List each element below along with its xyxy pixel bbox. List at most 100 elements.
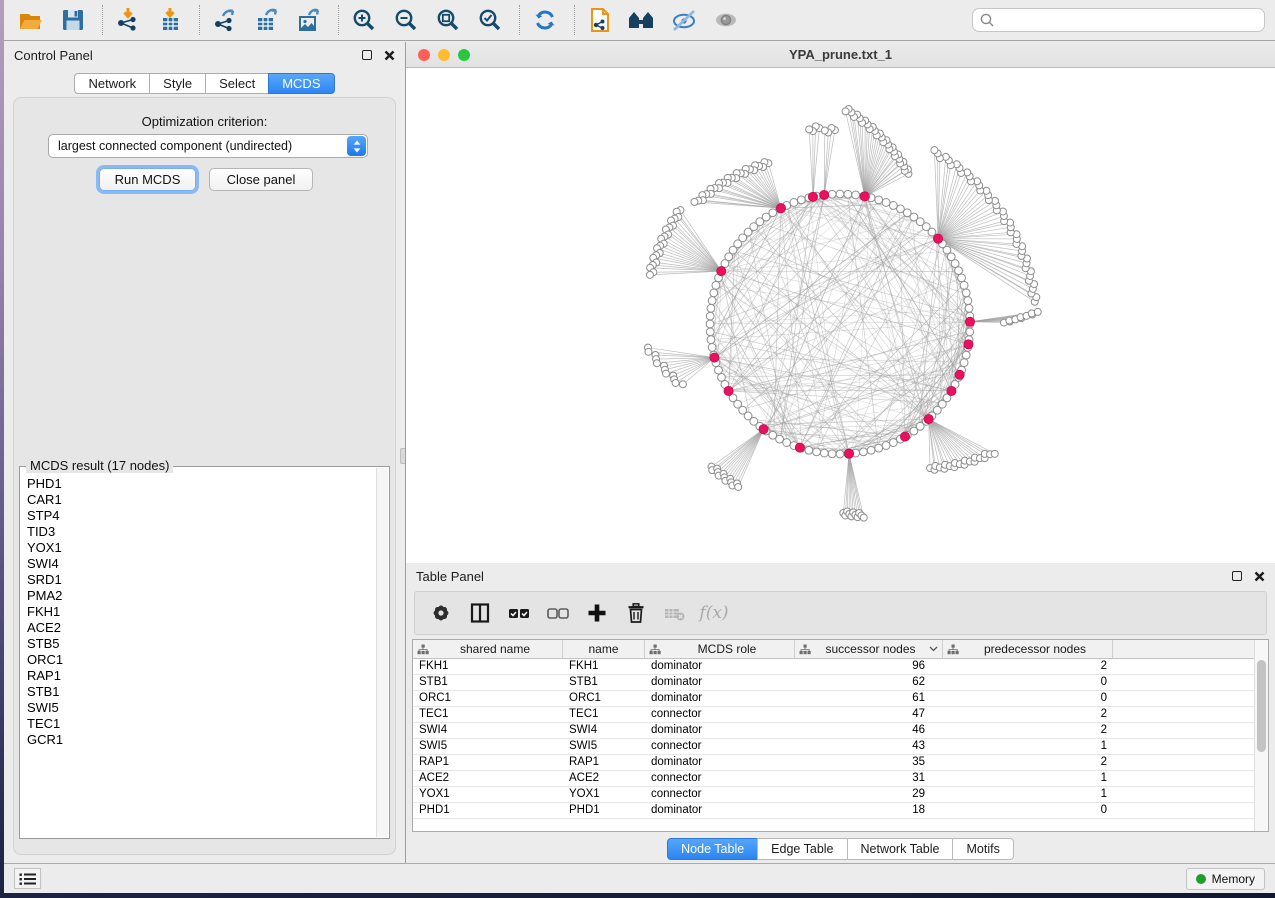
refresh-layout-button[interactable] — [530, 5, 560, 35]
add-column-button[interactable] — [583, 599, 611, 627]
mcds-result-item[interactable]: ORC1 — [27, 652, 376, 668]
table-cell: 2 — [943, 659, 1113, 674]
mcds-result-item[interactable]: STB1 — [27, 684, 376, 700]
zoom-in-button[interactable] — [349, 5, 379, 35]
table-row[interactable]: SWI5SWI5connector431 — [413, 739, 1268, 755]
import-network-button[interactable] — [113, 5, 143, 35]
mcds-result-item[interactable]: SWI5 — [27, 700, 376, 716]
select-all-button[interactable] — [505, 599, 533, 627]
table-cell: SWI5 — [413, 739, 563, 754]
tab-mcds[interactable]: MCDS — [268, 73, 334, 94]
float-panel-icon[interactable] — [362, 50, 372, 60]
table-row[interactable]: RAP1RAP1dominator352 — [413, 755, 1268, 771]
column-layout-button[interactable] — [466, 599, 494, 627]
network-canvas[interactable] — [406, 68, 1275, 562]
mcds-result-item[interactable]: TID3 — [27, 524, 376, 540]
mcds-result-item[interactable]: PMA2 — [27, 588, 376, 604]
table-row[interactable]: SWI4SWI4dominator462 — [413, 723, 1268, 739]
first-neighbors-button[interactable] — [627, 5, 657, 35]
export-image-button[interactable] — [294, 5, 324, 35]
network-graph[interactable] — [406, 68, 1275, 562]
column-header-shared-name[interactable]: shared name — [413, 640, 563, 658]
tab-node-table[interactable]: Node Table — [667, 838, 758, 860]
export-table-button[interactable] — [252, 5, 282, 35]
binoculars-icon — [627, 7, 657, 33]
table-scrollbar-thumb[interactable] — [1257, 660, 1266, 752]
table-cell: ACE2 — [413, 771, 563, 786]
network-document-button[interactable] — [585, 5, 615, 35]
mcds-result-list[interactable]: PHD1CAR1STP4TID3YOX1SWI4SRD1PMA2FKH1ACE2… — [21, 470, 376, 837]
close-panel-button[interactable]: Close panel — [209, 168, 313, 191]
tab-select[interactable]: Select — [205, 73, 269, 94]
export-network-button[interactable] — [210, 5, 240, 35]
sort-chevron-icon[interactable] — [929, 646, 938, 652]
tab-edge-table[interactable]: Edge Table — [757, 838, 847, 860]
table-row[interactable]: PHD1PHD1dominator180 — [413, 803, 1268, 819]
open-file-button[interactable] — [16, 5, 46, 35]
mcds-result-item[interactable]: YOX1 — [27, 540, 376, 556]
table-cell: ORC1 — [563, 691, 645, 706]
mcds-result-item[interactable]: STP4 — [27, 508, 376, 524]
tab-motifs[interactable]: Motifs — [952, 838, 1013, 860]
mcds-result-item[interactable]: CAR1 — [27, 492, 376, 508]
table-settings-button[interactable] — [427, 599, 455, 627]
gear-icon — [429, 601, 453, 625]
mcds-result-item[interactable]: FKH1 — [27, 604, 376, 620]
hide-selected-button[interactable] — [669, 5, 699, 35]
mcds-result-item[interactable]: TEC1 — [27, 716, 376, 732]
tab-style[interactable]: Style — [149, 73, 206, 94]
tab-network-table[interactable]: Network Table — [847, 838, 954, 860]
memory-button[interactable]: Memory — [1186, 868, 1265, 890]
close-table-panel-icon[interactable] — [1254, 571, 1265, 582]
mcds-list-scrollbar[interactable] — [376, 468, 388, 837]
zoom-out-button[interactable] — [391, 5, 421, 35]
mcds-panel: Optimization criterion: largest connecte… — [13, 97, 396, 855]
main-toolbar — [4, 0, 1275, 41]
column-header-name[interactable]: name — [563, 640, 645, 658]
mcds-result-item[interactable]: GCR1 — [27, 732, 376, 748]
mcds-result-item[interactable]: RAP1 — [27, 668, 376, 684]
import-table-button[interactable] — [155, 5, 185, 35]
table-toolbar: f(x) — [414, 591, 1267, 635]
optimization-dropdown[interactable]: largest connected component (undirected) — [48, 134, 368, 158]
table-cell: connector — [645, 787, 795, 802]
column-header-predecessor-nodes[interactable]: predecessor nodes — [943, 640, 1113, 658]
tab-network[interactable]: Network — [74, 73, 150, 94]
column-header-filler — [1113, 640, 1268, 658]
mcds-result-item[interactable]: PHD1 — [27, 476, 376, 492]
column-header-MCDS-role[interactable]: MCDS role — [645, 640, 795, 658]
table-row[interactable]: FKH1FKH1dominator962 — [413, 659, 1268, 675]
mcds-result-item[interactable]: SRD1 — [27, 572, 376, 588]
table-cell: 1 — [943, 771, 1113, 786]
task-list-icon — [19, 872, 37, 886]
float-table-panel-icon[interactable] — [1232, 571, 1242, 581]
run-mcds-button[interactable]: Run MCDS — [99, 168, 196, 191]
table-cell: ORC1 — [413, 691, 563, 706]
mcds-result-item[interactable]: ACE2 — [27, 620, 376, 636]
close-panel-icon[interactable] — [384, 50, 395, 61]
show-all-button[interactable] — [711, 5, 741, 35]
table-scrollbar[interactable] — [1254, 640, 1268, 831]
deselect-all-button[interactable] — [544, 599, 572, 627]
task-history-button[interactable] — [14, 868, 41, 889]
delete-column-button[interactable] — [622, 599, 650, 627]
table-panel: Table Panel — [405, 563, 1275, 863]
search-input[interactable] — [995, 13, 1258, 27]
import-network-icon — [115, 7, 141, 33]
network-document-icon — [587, 7, 613, 33]
mcds-result-item[interactable]: SWI4 — [27, 556, 376, 572]
zoom-selected-button[interactable] — [475, 5, 505, 35]
mcds-result-item[interactable]: STB5 — [27, 636, 376, 652]
column-header-successor-nodes[interactable]: successor nodes — [795, 640, 943, 658]
table-row[interactable]: ACE2ACE2connector311 — [413, 771, 1268, 787]
save-session-button[interactable] — [58, 5, 88, 35]
table-row[interactable]: ORC1ORC1dominator610 — [413, 691, 1268, 707]
table-row[interactable]: TEC1TEC1connector472 — [413, 707, 1268, 723]
zoom-fit-button[interactable] — [433, 5, 463, 35]
table-row[interactable]: STB1STB1dominator620 — [413, 675, 1268, 691]
zoom-fit-icon — [435, 7, 461, 33]
select-all-icon — [506, 601, 532, 625]
table-cell: 61 — [795, 691, 943, 706]
table-row[interactable]: YOX1YOX1connector291 — [413, 787, 1268, 803]
table-cell: 31 — [795, 771, 943, 786]
